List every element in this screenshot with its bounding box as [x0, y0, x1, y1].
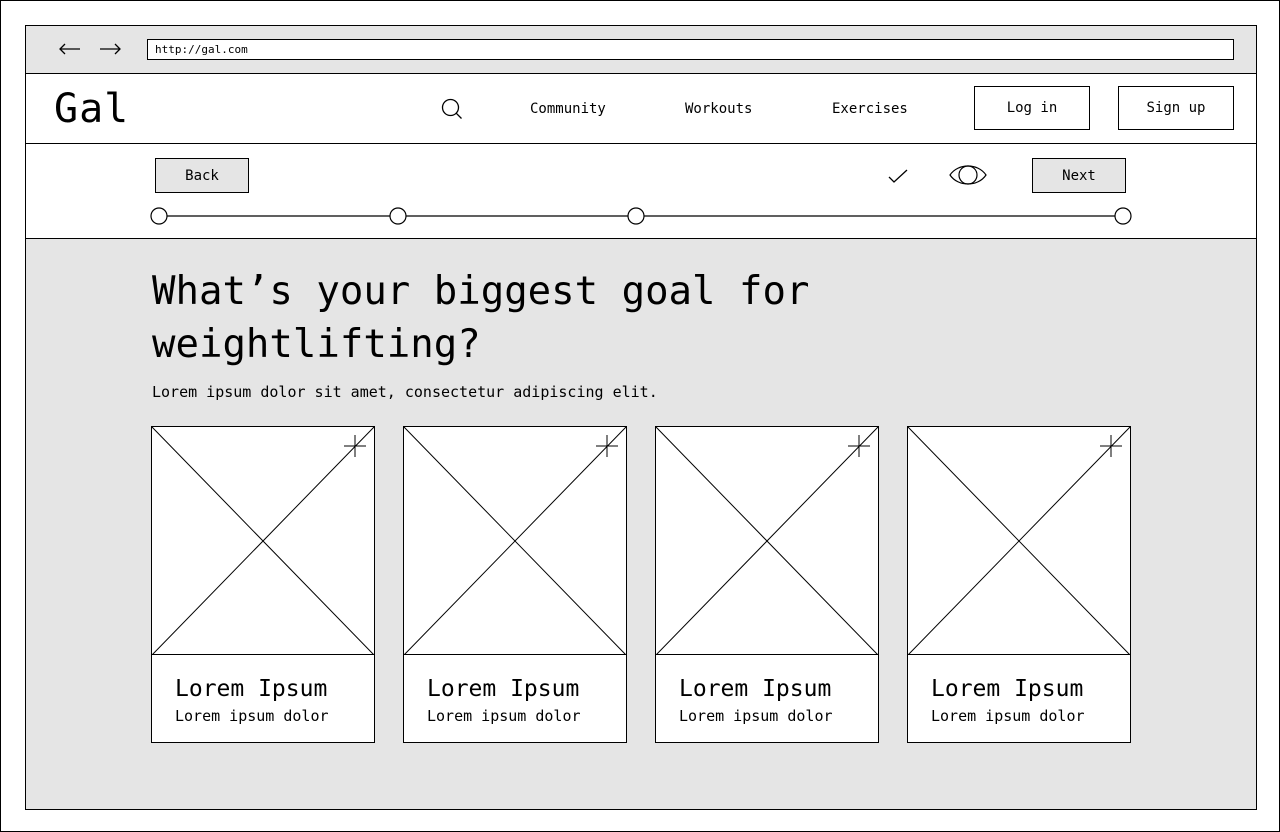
image-placeholder: [404, 427, 626, 655]
step-progress: [150, 206, 1134, 226]
browser-window: http://gal.com Gal Community Workouts Ex…: [25, 25, 1257, 810]
eye-icon[interactable]: [948, 160, 988, 190]
question-subtitle: Lorem ipsum dolor sit amet, consectetur …: [152, 383, 658, 401]
nav-workouts[interactable]: Workouts: [685, 100, 752, 118]
step-dot-3[interactable]: [627, 207, 645, 225]
card-description: Lorem ipsum dolor: [175, 707, 329, 725]
step-dot-2[interactable]: [389, 207, 407, 225]
next-button[interactable]: Next: [1032, 158, 1126, 193]
search-icon[interactable]: [441, 98, 463, 120]
plus-icon[interactable]: [343, 434, 367, 458]
main-content: What’s your biggest goal for weightlifti…: [26, 239, 1256, 809]
address-bar[interactable]: http://gal.com: [147, 39, 1234, 60]
card-description: Lorem ipsum dolor: [427, 707, 581, 725]
card-title: Lorem Ipsum: [679, 676, 832, 702]
arrow-left-icon[interactable]: [56, 36, 84, 62]
option-card[interactable]: Lorem Ipsum Lorem ipsum dolor: [655, 426, 879, 743]
card-title: Lorem Ipsum: [175, 676, 328, 702]
card-description: Lorem ipsum dolor: [679, 707, 833, 725]
card-description: Lorem ipsum dolor: [931, 707, 1085, 725]
option-card[interactable]: Lorem Ipsum Lorem ipsum dolor: [403, 426, 627, 743]
card-title: Lorem Ipsum: [931, 676, 1084, 702]
check-icon[interactable]: [886, 166, 910, 186]
step-dot-1[interactable]: [150, 207, 168, 225]
signup-button[interactable]: Sign up: [1118, 86, 1234, 130]
image-placeholder: [908, 427, 1130, 655]
card-title: Lorem Ipsum: [427, 676, 580, 702]
outer-frame: http://gal.com Gal Community Workouts Ex…: [0, 0, 1280, 832]
login-button[interactable]: Log in: [974, 86, 1090, 130]
option-card[interactable]: Lorem Ipsum Lorem ipsum dolor: [151, 426, 375, 743]
plus-icon[interactable]: [1099, 434, 1123, 458]
back-button[interactable]: Back: [155, 158, 249, 193]
browser-toolbar: http://gal.com: [26, 26, 1256, 74]
image-placeholder: [152, 427, 374, 655]
logo[interactable]: Gal: [54, 86, 129, 132]
question-title: What’s your biggest goal for weightlifti…: [152, 269, 810, 367]
image-placeholder: [656, 427, 878, 655]
nav-community[interactable]: Community: [530, 100, 606, 118]
plus-icon[interactable]: [847, 434, 871, 458]
option-card[interactable]: Lorem Ipsum Lorem ipsum dolor: [907, 426, 1131, 743]
step-dot-4[interactable]: [1114, 207, 1132, 225]
site-header: Gal Community Workouts Exercises Log in …: [26, 74, 1256, 144]
plus-icon[interactable]: [595, 434, 619, 458]
arrow-right-icon[interactable]: [96, 36, 124, 62]
step-toolbar: Back Next: [26, 144, 1256, 239]
nav-exercises[interactable]: Exercises: [832, 100, 908, 118]
